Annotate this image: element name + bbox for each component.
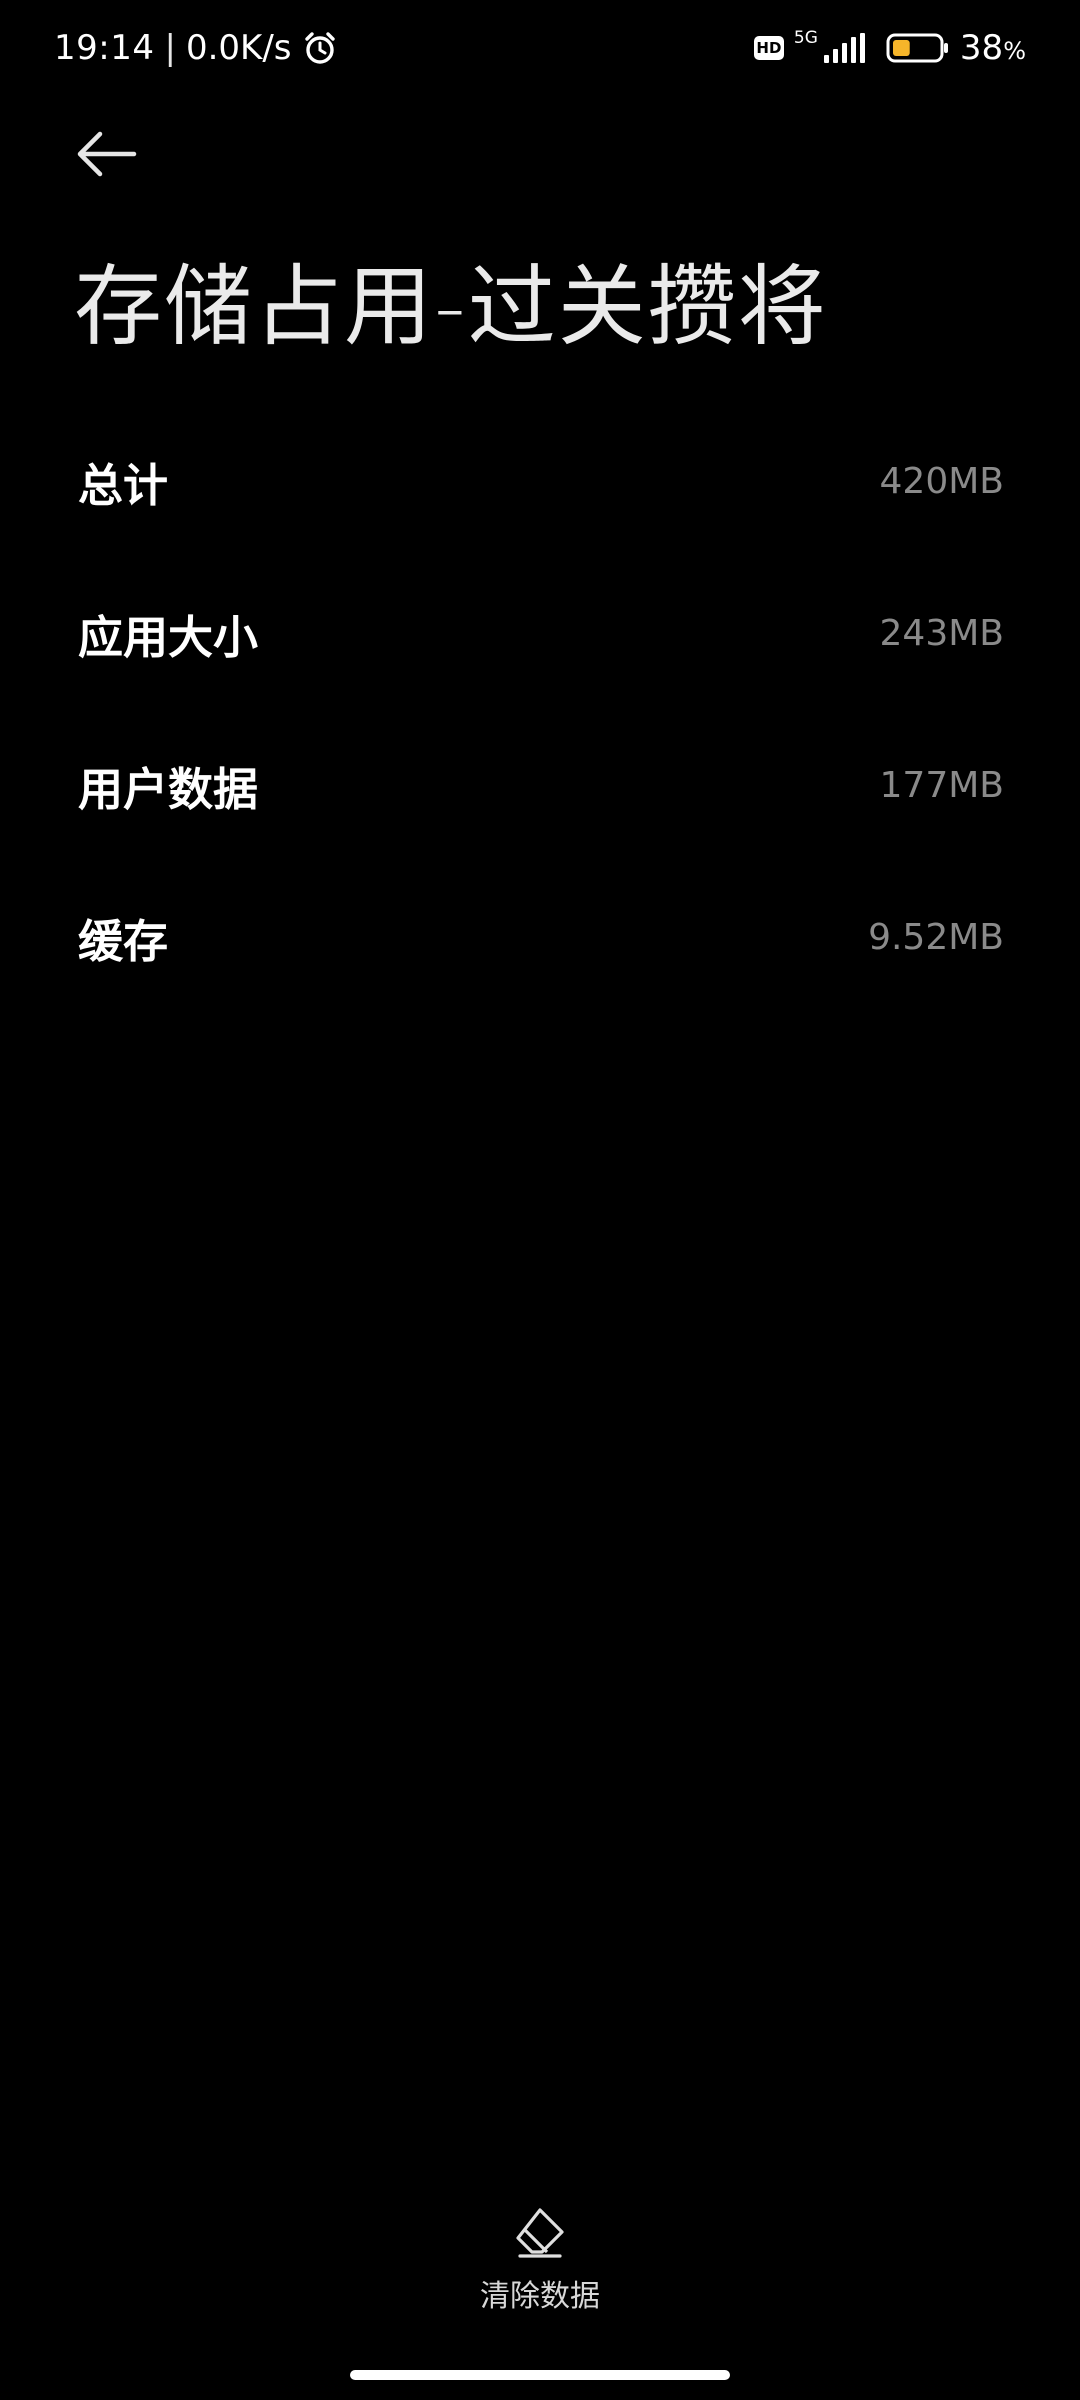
signal-bars-icon — [822, 33, 866, 63]
home-indicator[interactable] — [350, 2370, 730, 2380]
storage-row-cache: 缓存 9.52MB — [78, 861, 1004, 1013]
row-label: 总计 — [78, 458, 169, 512]
storage-screen: 19:14 | 0.0K/s HD 5G 38% 存储占用-过关攒将 总计 42… — [0, 0, 1080, 2400]
row-value: 420MB — [879, 460, 1004, 502]
storage-row-app-size: 应用大小 243MB — [78, 557, 1004, 709]
back-button[interactable] — [74, 126, 148, 182]
status-time: 19:14 — [54, 28, 155, 68]
arrow-left-icon — [77, 131, 137, 177]
status-left: 19:14 | 0.0K/s — [54, 28, 338, 68]
battery-percentage: 38% — [959, 28, 1026, 68]
status-separator: | — [164, 28, 176, 68]
storage-row-user-data: 用户数据 177MB — [78, 709, 1004, 861]
storage-list: 总计 420MB 应用大小 243MB 用户数据 177MB 缓存 9.52MB — [78, 405, 1004, 1013]
alarm-clock-icon — [302, 30, 338, 66]
clear-data-button[interactable]: 清除数据 — [440, 2205, 640, 2315]
row-value: 243MB — [879, 612, 1004, 654]
status-bar: 19:14 | 0.0K/s HD 5G 38% — [0, 0, 1080, 96]
clear-data-label: 清除数据 — [480, 2279, 600, 2314]
row-label: 用户数据 — [78, 762, 259, 816]
eraser-icon — [516, 2208, 564, 2258]
storage-row-total: 总计 420MB — [78, 405, 1004, 557]
status-right: HD 5G 38% — [753, 28, 1026, 68]
row-label: 缓存 — [78, 914, 169, 968]
battery-fill — [892, 40, 910, 56]
hd-badge: HD — [753, 36, 784, 60]
row-value: 9.52MB — [868, 916, 1004, 958]
page-title: 存储占用-过关攒将 — [74, 255, 828, 358]
network-type: 5G — [793, 28, 818, 48]
network-speed: 0.0K/s — [185, 28, 292, 68]
battery-icon — [886, 32, 950, 64]
row-label: 应用大小 — [78, 610, 259, 664]
row-value: 177MB — [879, 764, 1004, 806]
